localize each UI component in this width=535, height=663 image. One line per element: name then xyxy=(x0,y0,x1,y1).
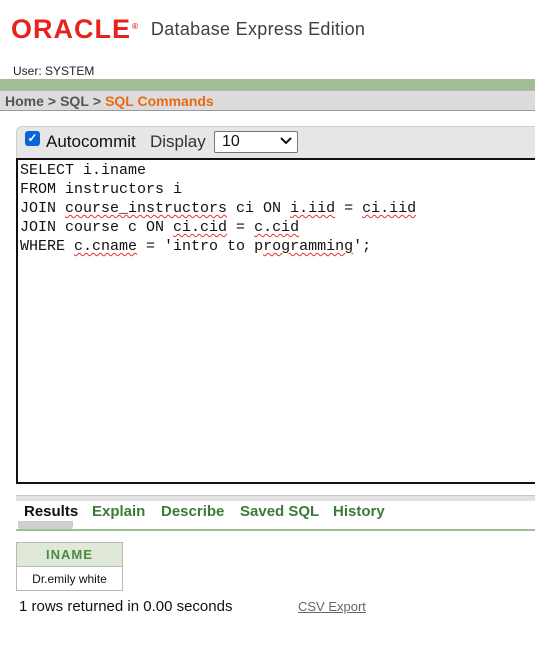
spell-flag: ci.cid xyxy=(173,219,228,236)
breadcrumb-separator: > xyxy=(92,92,102,109)
csv-export-link[interactable]: CSV Export xyxy=(298,599,366,614)
breadcrumb-home[interactable]: Home xyxy=(5,93,44,109)
sql-line: FROM instructors i xyxy=(20,181,183,198)
table-header-row: INAME xyxy=(16,542,123,567)
product-name: Database Express Edition xyxy=(150,19,366,39)
sql-line: JOIN course_instructors ci ON i.iid = ci… xyxy=(20,200,417,217)
sql-line: WHERE c.cname = 'intro to programming'; xyxy=(20,238,372,255)
spell-flag: i.iid xyxy=(290,200,336,217)
tab-history[interactable]: History xyxy=(333,503,385,520)
spell-flag: c.cid xyxy=(254,219,300,236)
checkbox-checked-icon: ✓ xyxy=(27,131,38,145)
display-label: Display xyxy=(150,132,206,151)
autocommit-label: Autocommit xyxy=(46,132,136,151)
tab-saved-sql[interactable]: Saved SQL xyxy=(240,503,319,520)
autocommit-checkbox[interactable]: ✓ xyxy=(25,131,40,146)
tab-explain[interactable]: Explain xyxy=(92,503,145,520)
breadcrumb: Home > SQL > SQL Commands xyxy=(0,90,535,111)
brand-header: ORACLE® Database Express Edition xyxy=(11,14,365,44)
table-cell: Dr.emily white xyxy=(16,566,123,591)
spell-flag: c.cname xyxy=(74,238,138,255)
oracle-logo: ORACLE® xyxy=(11,14,139,44)
breadcrumb-separator: > xyxy=(47,92,57,109)
column-header-iname[interactable]: INAME xyxy=(16,542,123,567)
tab-results[interactable]: Results xyxy=(24,503,78,520)
table-row: Dr.emily white xyxy=(16,566,123,591)
display-select-value: 10 xyxy=(222,133,240,150)
rows-returned-status: 1 rows returned in 0.00 seconds xyxy=(19,598,233,615)
sql-keyword: JOIN xyxy=(20,200,66,217)
results-table: INAME Dr.emily white xyxy=(16,542,123,591)
spell-flag: course_instructors xyxy=(65,200,228,217)
current-user: User: SYSTEM xyxy=(13,64,95,78)
spell-flag: rogramming xyxy=(263,238,354,255)
sql-line: SELECT i.iname xyxy=(20,162,147,179)
sql-line: JOIN course c ON ci.cid = c.cid xyxy=(20,219,300,236)
header-stripe xyxy=(0,79,535,90)
spell-flag: ci.iid xyxy=(362,200,417,217)
tabs-bar xyxy=(16,495,535,501)
tab-describe[interactable]: Describe xyxy=(161,503,224,520)
chevron-down-icon xyxy=(280,137,292,145)
breadcrumb-sql[interactable]: SQL xyxy=(60,93,89,109)
breadcrumb-current: SQL Commands xyxy=(105,92,214,109)
text-cursor: p xyxy=(254,238,264,255)
tabs-underline xyxy=(16,529,535,531)
